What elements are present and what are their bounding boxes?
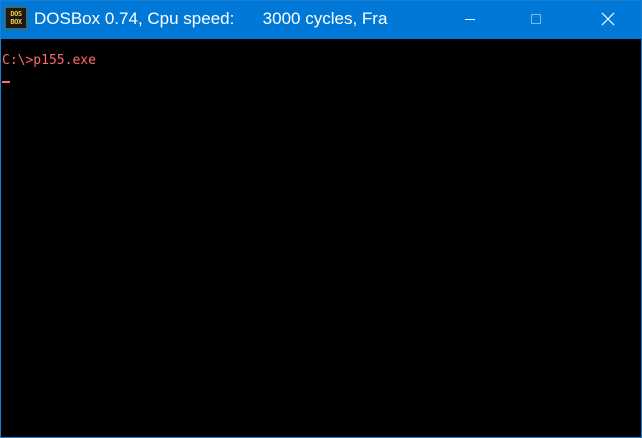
minimize-icon [465, 18, 475, 20]
maximize-button[interactable] [513, 1, 559, 37]
close-icon [601, 12, 615, 26]
dosbox-window: DOS BOX DOSBox 0.74, Cpu speed: 3000 cyc… [0, 0, 642, 438]
text-cursor [2, 81, 10, 83]
title-bar[interactable]: DOS BOX DOSBox 0.74, Cpu speed: 3000 cyc… [1, 1, 641, 39]
dosbox-icon[interactable]: DOS BOX [5, 7, 27, 29]
icon-text-bottom: BOX [10, 18, 22, 26]
window-title: DOSBox 0.74, Cpu speed: 3000 cycles, Fra [34, 9, 388, 28]
icon-text-top: DOS [10, 10, 22, 18]
console-line: C:\>p155.exe [2, 53, 96, 68]
maximize-icon [531, 14, 541, 24]
dos-console[interactable]: C:\>p155.exe [1, 39, 641, 437]
minimize-button[interactable] [447, 1, 493, 37]
close-button[interactable] [585, 1, 631, 37]
